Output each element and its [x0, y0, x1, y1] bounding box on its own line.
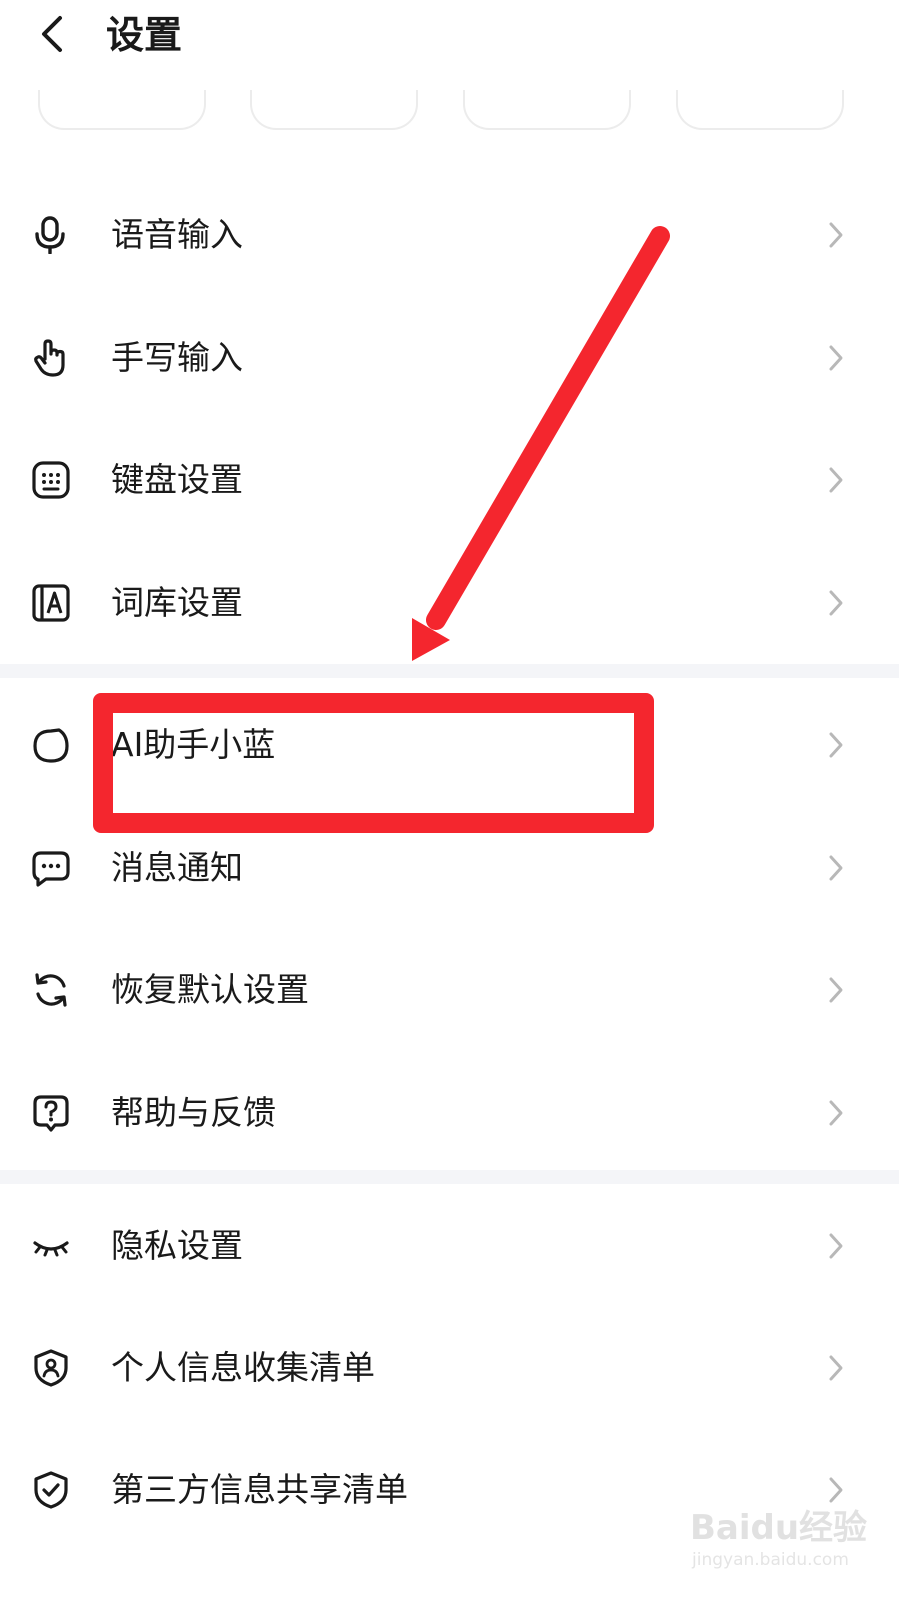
settings-item-restore-defaults[interactable]: 恢复默认设置	[0, 940, 899, 1040]
settings-item-dictionary[interactable]: 词库设置	[0, 553, 899, 653]
eye-closed-icon	[33, 1241, 69, 1257]
watermark-url: jingyan.baidu.com	[692, 1550, 849, 1570]
settings-item-label: 消息通知	[111, 848, 243, 887]
microphone-icon	[35, 216, 65, 254]
settings-item-keyboard[interactable]: 键盘设置	[0, 430, 899, 530]
section-divider	[0, 664, 899, 678]
section-divider	[0, 1170, 899, 1184]
chevron-right-icon	[829, 590, 843, 616]
settings-item-label: 恢复默认设置	[111, 970, 309, 1009]
watermark: Baidu经验 jingyan.baidu.com	[690, 1500, 890, 1590]
shield-person-icon	[34, 1349, 68, 1387]
annotation-highlight-box	[93, 693, 654, 833]
chevron-right-icon	[829, 1233, 843, 1259]
shield-check-icon	[34, 1471, 68, 1509]
hand-pointer-icon	[34, 339, 65, 377]
chevron-right-icon	[829, 345, 843, 371]
chevron-right-icon	[829, 855, 843, 881]
watermark-logo-text: Baidu经验	[690, 1508, 868, 1548]
chevron-right-icon	[829, 732, 843, 758]
back-button[interactable]	[30, 10, 80, 60]
settings-item-label: 词库设置	[111, 583, 243, 622]
back-arrow-icon	[42, 16, 62, 52]
dictionary-icon	[32, 584, 70, 622]
top-bar: 设置	[0, 0, 899, 80]
settings-item-notifications[interactable]: 消息通知	[0, 818, 899, 918]
settings-item-label: 语音输入	[111, 215, 243, 254]
settings-item-label: 隐私设置	[111, 1226, 243, 1265]
shortcut-pill[interactable]	[676, 90, 844, 130]
chevron-right-icon	[829, 467, 843, 493]
ai-assistant-icon	[33, 728, 69, 763]
help-icon	[33, 1095, 69, 1132]
page-title: 设置	[106, 13, 183, 57]
chevron-right-icon	[829, 1355, 843, 1381]
settings-item-label: 第三方信息共享清单	[111, 1470, 408, 1509]
refresh-icon	[35, 973, 67, 1007]
chevron-right-icon	[829, 1100, 843, 1126]
shortcut-pill[interactable]	[250, 90, 418, 130]
keyboard-icon	[32, 461, 70, 499]
settings-item-label: 手写输入	[111, 338, 243, 377]
settings-item-personal-info-list[interactable]: 个人信息收集清单	[0, 1318, 899, 1418]
settings-item-label: 键盘设置	[111, 460, 243, 499]
settings-item-label: 帮助与反馈	[111, 1093, 276, 1132]
settings-item-privacy[interactable]: 隐私设置	[0, 1196, 899, 1296]
settings-item-handwriting[interactable]: 手写输入	[0, 308, 899, 408]
settings-item-label: 个人信息收集清单	[111, 1348, 375, 1387]
shortcut-pill[interactable]	[463, 90, 631, 130]
settings-item-voice-input[interactable]: 语音输入	[0, 185, 899, 285]
shortcut-row	[0, 90, 899, 135]
chevron-right-icon	[829, 977, 843, 1003]
shortcut-pill[interactable]	[38, 90, 206, 130]
message-icon	[32, 851, 70, 887]
settings-item-help-feedback[interactable]: 帮助与反馈	[0, 1063, 899, 1163]
chevron-right-icon	[829, 222, 843, 248]
